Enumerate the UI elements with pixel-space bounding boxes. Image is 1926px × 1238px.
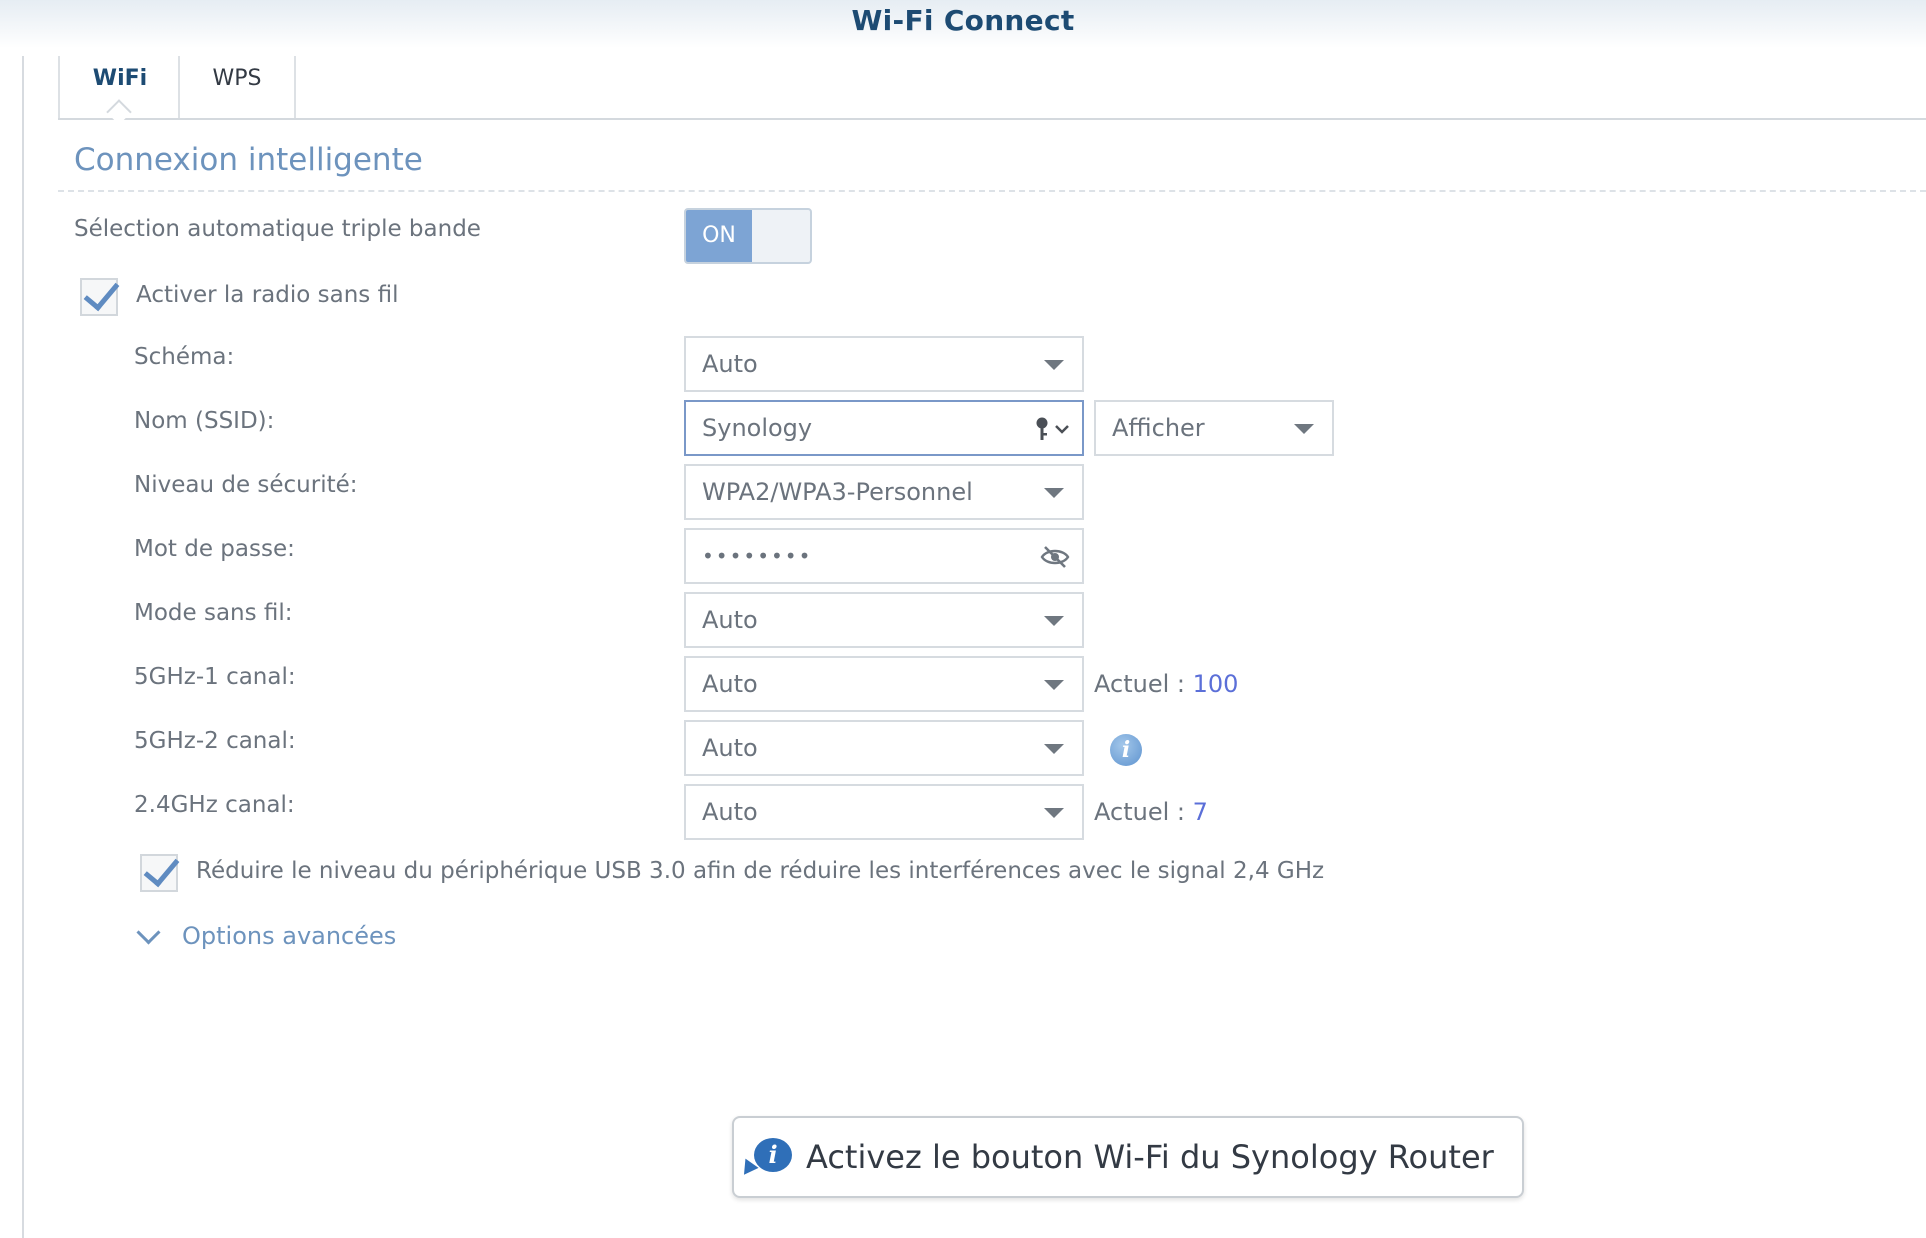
current-value: 7 <box>1192 798 1208 826</box>
current-label: Actuel : <box>1094 798 1185 826</box>
radio-checkbox[interactable] <box>80 273 120 316</box>
key-icon[interactable] <box>1034 416 1072 442</box>
ssid-label: Nom (SSID): <box>134 408 275 434</box>
wireless-mode-label: Mode sans fil: <box>134 600 293 626</box>
current-value: 100 <box>1192 670 1239 698</box>
security-value: WPA2/WPA3-Personnel <box>702 478 973 506</box>
section-title: Connexion intelligente <box>74 142 423 178</box>
password-value: •••••••• <box>702 544 813 568</box>
ch-24g-select[interactable]: Auto <box>684 784 1084 840</box>
ssid-value: Synology <box>702 414 813 442</box>
usb-checkbox[interactable] <box>140 849 180 892</box>
triple-band-label: Sélection automatique triple bande <box>74 216 481 242</box>
eye-slash-icon[interactable] <box>1040 544 1070 570</box>
ch-5g2-select[interactable]: Auto <box>684 720 1084 776</box>
active-tab-indicator <box>106 99 132 125</box>
wifi-button-tooltip: i Activez le bouton Wi-Fi du Synology Ro… <box>732 1116 1524 1198</box>
caret-down-icon <box>1044 808 1064 818</box>
security-label: Niveau de sécurité: <box>134 472 358 498</box>
tab-wps-label: WPS <box>212 66 262 91</box>
ssid-input[interactable]: Synology <box>684 400 1084 456</box>
toggle-on-label: ON <box>686 210 752 262</box>
tab-wifi-label: WiFi <box>92 66 148 91</box>
caret-down-icon <box>1294 424 1314 434</box>
ch-24g-value: Auto <box>702 798 758 826</box>
caret-down-icon <box>1044 616 1064 626</box>
check-icon <box>83 273 120 312</box>
current-label: Actuel : <box>1094 670 1185 698</box>
password-input[interactable]: •••••••• <box>684 528 1084 584</box>
ssid-visibility-select[interactable]: Afficher <box>1094 400 1334 456</box>
ch-24g-label: 2.4GHz canal: <box>134 792 295 818</box>
ch-5g1-select[interactable]: Auto <box>684 656 1084 712</box>
password-label: Mot de passe: <box>134 536 295 562</box>
title-bar: Wi-Fi Connect <box>0 0 1926 48</box>
radio-label: Activer la radio sans fil <box>136 282 399 308</box>
triple-band-toggle[interactable]: ON <box>684 208 812 264</box>
chevron-down-icon <box>136 920 161 945</box>
ch-5g2-value: Auto <box>702 734 758 762</box>
ch-24g-current: Actuel : 7 <box>1094 798 1208 826</box>
ch-5g1-label: 5GHz-1 canal: <box>134 664 296 690</box>
window-title: Wi-Fi Connect <box>851 4 1075 37</box>
security-select[interactable]: WPA2/WPA3-Personnel <box>684 464 1084 520</box>
panel-border <box>22 56 24 1238</box>
caret-down-icon <box>1044 680 1064 690</box>
wireless-mode-select[interactable]: Auto <box>684 592 1084 648</box>
info-icon[interactable]: i <box>1110 734 1142 766</box>
tab-wps[interactable]: WPS <box>178 56 296 118</box>
ch-5g2-label: 5GHz-2 canal: <box>134 728 296 754</box>
info-icon: i <box>754 1138 792 1172</box>
ch-5g1-value: Auto <box>702 670 758 698</box>
check-icon <box>143 849 180 888</box>
advanced-options-label: Options avancées <box>182 922 397 950</box>
wireless-mode-value: Auto <box>702 606 758 634</box>
caret-down-icon <box>1044 488 1064 498</box>
section-divider <box>58 190 1926 192</box>
caret-down-icon <box>1044 360 1064 370</box>
caret-down-icon <box>1044 744 1064 754</box>
tab-bar: WiFi WPS <box>58 56 1926 125</box>
tab-wifi[interactable]: WiFi <box>58 56 180 125</box>
schema-select[interactable]: Auto <box>684 336 1084 392</box>
ssid-visibility-value: Afficher <box>1112 414 1205 442</box>
schema-label: Schéma: <box>134 344 235 370</box>
schema-value: Auto <box>702 350 758 378</box>
tooltip-text: Activez le bouton Wi-Fi du Synology Rout… <box>806 1138 1494 1176</box>
ch-5g1-current: Actuel : 100 <box>1094 670 1238 698</box>
usb-label: Réduire le niveau du périphérique USB 3.… <box>196 858 1325 884</box>
